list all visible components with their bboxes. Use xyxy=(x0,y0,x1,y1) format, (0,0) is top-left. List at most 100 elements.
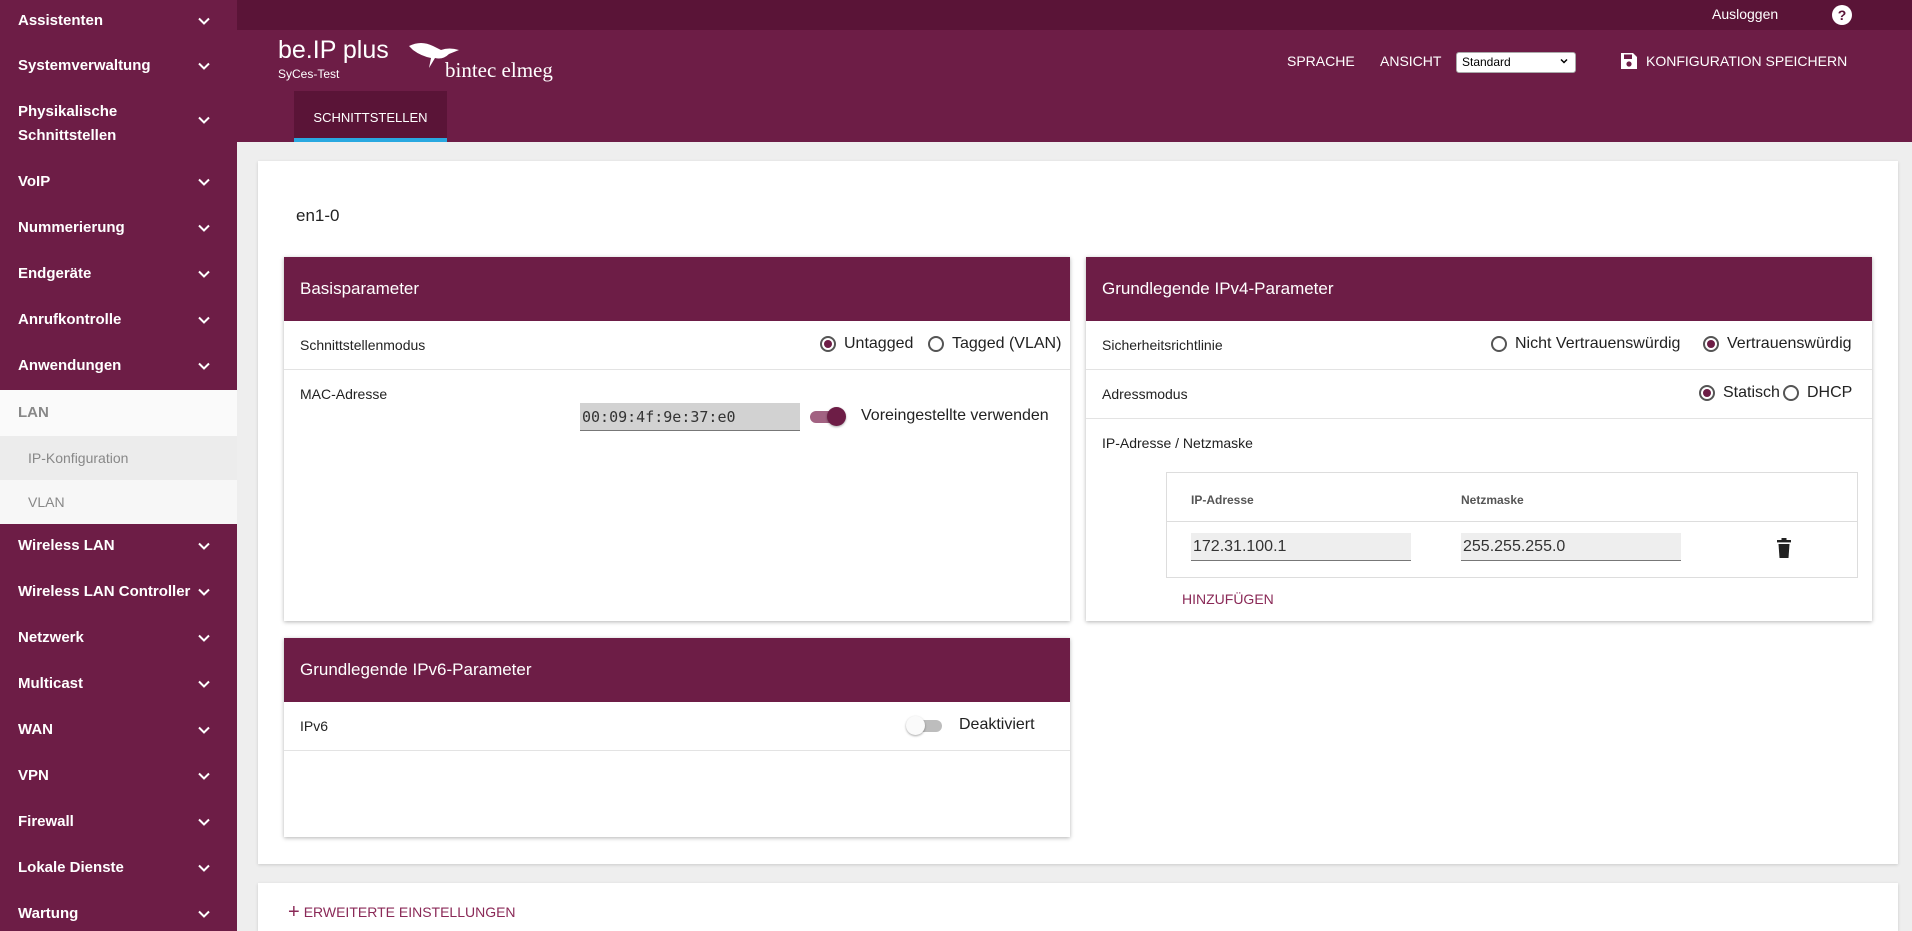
ipv6-panel: Grundlegende IPv6-Parameter IPv6 Deaktiv… xyxy=(284,638,1070,837)
radio-label: DHCP xyxy=(1807,384,1853,401)
sidebar-item-label: VoIP xyxy=(18,173,51,190)
toggle-knob xyxy=(827,407,846,426)
sidebar-item-label: Nummerierung xyxy=(18,219,125,236)
view-select-value: Standard xyxy=(1462,55,1511,69)
basis-panel: Basisparameter Schnittstellenmodus Untag… xyxy=(284,257,1070,621)
sidebar-item-voip[interactable]: VoIP xyxy=(0,170,237,194)
sidebar-item-label: Wartung xyxy=(18,905,79,922)
sidebar-item-label: Systemverwaltung xyxy=(18,57,151,74)
radio-label: Untagged xyxy=(844,335,914,352)
delete-icon[interactable] xyxy=(1776,538,1792,558)
brand-logo: bintec elmeg xyxy=(445,58,553,82)
chevron-down-icon xyxy=(196,584,212,600)
sidebar-item-multicast[interactable]: Multicast xyxy=(0,672,237,696)
sidebar-item-physikalische-schnittstellen[interactable]: Physikalische Schnittstellen xyxy=(0,100,237,148)
radio-unchecked-icon xyxy=(1491,336,1507,352)
panel-title: Basisparameter xyxy=(284,257,1070,321)
chevron-down-icon xyxy=(196,538,212,554)
tab-schnittstellen[interactable]: SCHNITTSTELLEN xyxy=(294,91,447,142)
ip-address-input[interactable]: 172.31.100.1 xyxy=(1191,533,1411,561)
plus-icon: + xyxy=(288,901,300,923)
logout-link[interactable]: Ausloggen xyxy=(1712,0,1778,28)
chevron-down-icon xyxy=(196,906,212,922)
radio-label: Tagged (VLAN) xyxy=(952,335,1062,352)
table-header-mask: Netzmaske xyxy=(1461,493,1524,507)
table-divider xyxy=(1167,521,1857,522)
chevron-down-icon xyxy=(196,220,212,236)
save-config-button[interactable]: KONFIGURATION SPEICHERN xyxy=(1620,52,1847,70)
save-icon xyxy=(1621,53,1637,69)
radio-tagged-vlan[interactable]: Tagged (VLAN) xyxy=(928,335,1061,353)
radio-unchecked-icon xyxy=(1783,385,1799,401)
chevron-down-icon xyxy=(196,860,212,876)
mac-default-label: Voreingestellte verwenden xyxy=(861,407,1049,424)
radio-label: Nicht Vertrauenswürdig xyxy=(1515,335,1681,352)
sidebar-item-wireless-lan[interactable]: Wireless LAN xyxy=(0,534,237,558)
address-mode-row: Adressmodus Statisch DHCP xyxy=(1086,370,1872,419)
sidebar-item-lan[interactable]: LAN xyxy=(0,390,237,436)
chevron-down-icon xyxy=(196,13,212,29)
chevron-down-icon xyxy=(196,676,212,692)
security-label: Sicherheitsrichtlinie xyxy=(1102,337,1223,353)
view-label: ANSICHT xyxy=(1380,53,1442,69)
radio-label: Statisch xyxy=(1723,384,1780,401)
save-config-label: KONFIGURATION SPEICHERN xyxy=(1646,53,1848,69)
mode-row: Schnittstellenmodus Untagged Tagged (VLA… xyxy=(284,321,1070,370)
sidebar-item-lokale-dienste[interactable]: Lokale Dienste xyxy=(0,856,237,880)
sidebar-item-nummerierung[interactable]: Nummerierung xyxy=(0,216,237,240)
sidebar-subitem-ip-konfiguration[interactable]: IP-Konfiguration xyxy=(0,436,237,480)
security-row: Sicherheitsrichtlinie Nicht Vertrauenswü… xyxy=(1086,321,1872,370)
sidebar-item-label: Multicast xyxy=(18,675,84,692)
ipv6-label: IPv6 xyxy=(300,718,329,734)
chevron-down-icon xyxy=(196,112,212,128)
sidebar-item-vpn[interactable]: VPN xyxy=(0,764,237,788)
sidebar-subitem-vlan[interactable]: VLAN xyxy=(0,480,237,524)
radio-checked-icon xyxy=(1699,385,1715,401)
sidebar-item-label: Anwendungen xyxy=(18,357,122,374)
sidebar-item-label: WAN xyxy=(18,721,53,738)
view-select[interactable]: Standard xyxy=(1456,52,1576,73)
mode-label: Schnittstellenmodus xyxy=(300,337,426,353)
sidebar-item-endgeraete[interactable]: Endgeräte xyxy=(0,262,237,286)
add-ip-button[interactable]: HINZUFÜGEN xyxy=(1182,591,1274,607)
chevron-down-icon xyxy=(196,358,212,374)
chevron-down-icon xyxy=(196,58,212,74)
radio-checked-icon xyxy=(1703,336,1719,352)
sidebar-item-netzwerk[interactable]: Netzwerk xyxy=(0,626,237,650)
netmask-input[interactable]: 255.255.255.0 xyxy=(1461,533,1681,561)
radio-dhcp[interactable]: DHCP xyxy=(1783,384,1852,402)
sidebar-item-wartung[interactable]: Wartung xyxy=(0,902,237,926)
sidebar-item-anrufkontrolle[interactable]: Anrufkontrolle xyxy=(0,308,237,332)
advanced-settings-label: ERWEITERTE EINSTELLUNGEN xyxy=(303,904,516,920)
top-bar xyxy=(237,0,1912,30)
sidebar-item-systemverwaltung[interactable]: Systemverwaltung xyxy=(0,54,237,78)
sidebar-item-label: Anrufkontrolle xyxy=(18,311,122,328)
product-name: be.IP plus xyxy=(278,36,389,64)
radio-nicht-vertrauenswuerdig[interactable]: Nicht Vertrauenswürdig xyxy=(1491,335,1680,353)
radio-untagged[interactable]: Untagged xyxy=(820,335,913,353)
help-icon[interactable]: ? xyxy=(1832,5,1852,25)
chevron-down-icon xyxy=(196,174,212,190)
sidebar-item-assistenten[interactable]: Assistenten xyxy=(0,9,237,33)
sidebar-item-wan[interactable]: WAN xyxy=(0,718,237,742)
address-mode-label: Adressmodus xyxy=(1102,386,1188,402)
toggle-knob xyxy=(906,716,925,735)
radio-checked-icon xyxy=(820,336,836,352)
sidebar-item-label: VPN xyxy=(18,767,49,784)
sidebar-item-label: Assistenten xyxy=(18,12,104,29)
radio-statisch[interactable]: Statisch xyxy=(1699,384,1780,402)
language-menu[interactable]: SPRACHE xyxy=(1287,53,1355,69)
radio-vertrauenswuerdig[interactable]: Vertrauenswürdig xyxy=(1703,335,1852,353)
ipv6-state-label: Deaktiviert xyxy=(959,716,1035,733)
sidebar-item-label: Wireless LAN xyxy=(18,537,115,554)
sidebar-item-anwendungen[interactable]: Anwendungen xyxy=(0,354,237,378)
mac-address-input[interactable]: 00:09:4f:9e:37:e0 xyxy=(580,403,800,431)
mac-default-toggle[interactable] xyxy=(808,407,846,426)
advanced-settings-button[interactable]: + ERWEITERTE EINSTELLUNGEN xyxy=(288,901,516,923)
sidebar-item-label: Firewall xyxy=(18,813,74,830)
ipv6-toggle[interactable] xyxy=(906,716,944,735)
chevron-down-icon xyxy=(196,814,212,830)
chevron-down-icon xyxy=(196,768,212,784)
sidebar-item-firewall[interactable]: Firewall xyxy=(0,810,237,834)
sidebar-item-wireless-lan-controller[interactable]: Wireless LAN Controller xyxy=(0,580,237,604)
